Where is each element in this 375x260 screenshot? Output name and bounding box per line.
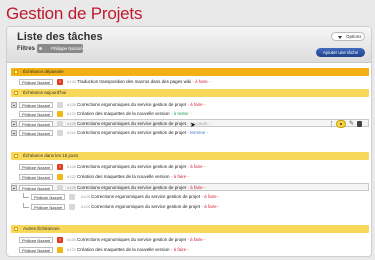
section-header-other[interactable]: Autres Échéances [11,225,369,233]
filter-chip-label: Philippe Nazaré [51,46,83,51]
task-owner[interactable]: Philippe Nazaré [19,174,53,180]
priority-icon [57,174,63,180]
tree-connector [23,203,29,208]
priority-icon [57,111,63,117]
task-text[interactable]: Création des maquettes de la nouvelle ve… [77,174,189,179]
chevron-down-icon [338,36,342,39]
add-task-button[interactable]: Ajouter une tâche [316,48,365,57]
priority-icon: ! [57,237,63,243]
section-label: Autres Échéances [23,226,60,231]
task-text[interactable]: Corrections ergonomiques du service gest… [91,194,219,199]
task-text[interactable]: Corrections ergonomiques du service gest… [91,204,219,209]
drag-handle-icon[interactable] [331,121,333,127]
task-owner[interactable]: Philippe Nazaré [19,121,53,127]
task-id: #126 [67,237,76,242]
priority-icon: ! [57,164,63,170]
task-row-expanded[interactable]: Philippe Nazaré #126 Corrections ergonom… [11,183,369,191]
task-owner[interactable]: Philippe Nazaré [19,247,53,253]
expand-icon[interactable] [11,130,17,136]
task-row[interactable]: Philippe Nazaré ! #126 Corrections ergon… [11,236,369,244]
app-title: Gestion de Projets [6,4,143,23]
section-header-today[interactable]: Échéance aujourd'hui [11,89,369,97]
collapse-icon[interactable] [14,91,18,95]
task-row[interactable]: Philippe Nazaré ! #126 Traduction transp… [11,78,369,86]
priority-icon [57,185,63,191]
task-id: #122 [67,174,76,179]
task-text[interactable]: Corrections ergonomiques du service gest… [77,130,208,135]
priority-icon [69,204,75,210]
task-text[interactable]: Traduction transposition des macros dans… [77,79,210,84]
filter-chip[interactable]: Philippe Nazaré [37,44,83,53]
delete-icon[interactable] [357,121,362,127]
task-owner[interactable]: Philippe Nazaré [19,130,53,136]
task-id: #126 [67,164,76,169]
task-owner[interactable]: Philippe Nazaré [19,79,53,85]
expand-icon[interactable] [11,121,17,127]
task-text[interactable]: Corrections ergonomiques du service gest… [77,164,205,169]
edit-icon[interactable]: ✎ [349,121,354,127]
collapse-icon[interactable] [14,70,18,74]
task-text[interactable]: Corrections ergonomiques du service gest… [77,185,205,190]
task-list-panel: Liste des tâches Filtres : Philippe Naza… [6,26,372,257]
tree-connector [23,193,29,198]
task-row[interactable]: Philippe Nazaré ! #126 Corrections ergon… [11,163,369,171]
priority-icon [57,130,63,136]
panel-header: Liste des tâches Filtres : Philippe Naza… [7,27,371,63]
priority-icon: ! [57,79,63,85]
subtask-row[interactable]: Philippe Nazaré #125 Corrections ergonom… [11,193,369,201]
task-row[interactable]: Philippe Nazaré #122 Création des maquet… [11,173,369,181]
task-row[interactable]: Philippe Nazaré #126 Corrections ergonom… [11,101,369,109]
subtask-row[interactable]: Philippe Nazaré #125 Corrections ergonom… [11,203,369,211]
filters-label: Filtres : [17,46,39,52]
expand-icon[interactable] [11,102,17,108]
task-id: #126 [67,79,76,84]
section-label: Échéance dans les 15 jours [23,153,79,158]
task-owner[interactable]: Philippe Nazaré [31,194,65,200]
options-label: Options [346,34,362,39]
task-text[interactable]: Corrections ergonomiques du service gest… [77,237,205,242]
collapse-icon[interactable] [11,185,17,191]
task-id: #126 [67,185,76,190]
task-owner[interactable]: Philippe Nazaré [31,204,65,210]
task-owner[interactable]: Philippe Nazaré [19,164,53,170]
list-title: Liste des tâches [17,31,103,43]
remove-filter-icon[interactable] [39,47,42,50]
task-id: #118 [67,130,76,135]
task-owner[interactable]: Philippe Nazaré [19,111,53,117]
task-owner[interactable]: Philippe Nazaré [19,185,53,191]
task-text[interactable]: Corrections ergonomiques du service gest… [77,102,205,107]
task-id: #125 [81,204,90,209]
priority-icon [57,121,63,127]
section-label: Échéance aujourd'hui [23,90,67,95]
priority-icon [69,194,75,200]
task-owner[interactable]: Philippe Nazaré [19,237,53,243]
task-text[interactable]: Création des maquettes de la nouvelle ve… [77,111,191,116]
watch-icon[interactable] [336,120,346,128]
task-id: #122 [67,247,76,252]
collapse-icon[interactable] [14,227,18,231]
mouse-cursor-icon: ➤ [190,122,196,129]
priority-icon [57,247,63,253]
task-id: #126 [67,102,76,107]
section-header-15-days[interactable]: Échéance dans les 15 jours [11,152,369,160]
task-id: #122 [67,111,76,116]
options-button[interactable]: Options [331,32,365,41]
task-id: #126 [67,121,76,126]
section-label: Échéance dépassée [23,69,64,74]
task-row-hovered[interactable]: Philippe Nazaré #126 Corrections ergonom… [11,119,369,129]
priority-icon [57,102,63,108]
task-owner[interactable]: Philippe Nazaré [19,102,53,108]
task-row[interactable]: Philippe Nazaré #122 Création des maquet… [11,246,369,254]
task-row[interactable]: Philippe Nazaré #122 Création des maquet… [11,110,369,118]
task-id: #125 [81,194,90,199]
task-row[interactable]: Philippe Nazaré #118 Corrections ergonom… [11,129,369,137]
section-header-overdue[interactable]: Échéance dépassée [11,68,369,76]
task-text[interactable]: Création des maquettes de la nouvelle ve… [77,247,189,252]
collapse-icon[interactable] [14,154,18,158]
